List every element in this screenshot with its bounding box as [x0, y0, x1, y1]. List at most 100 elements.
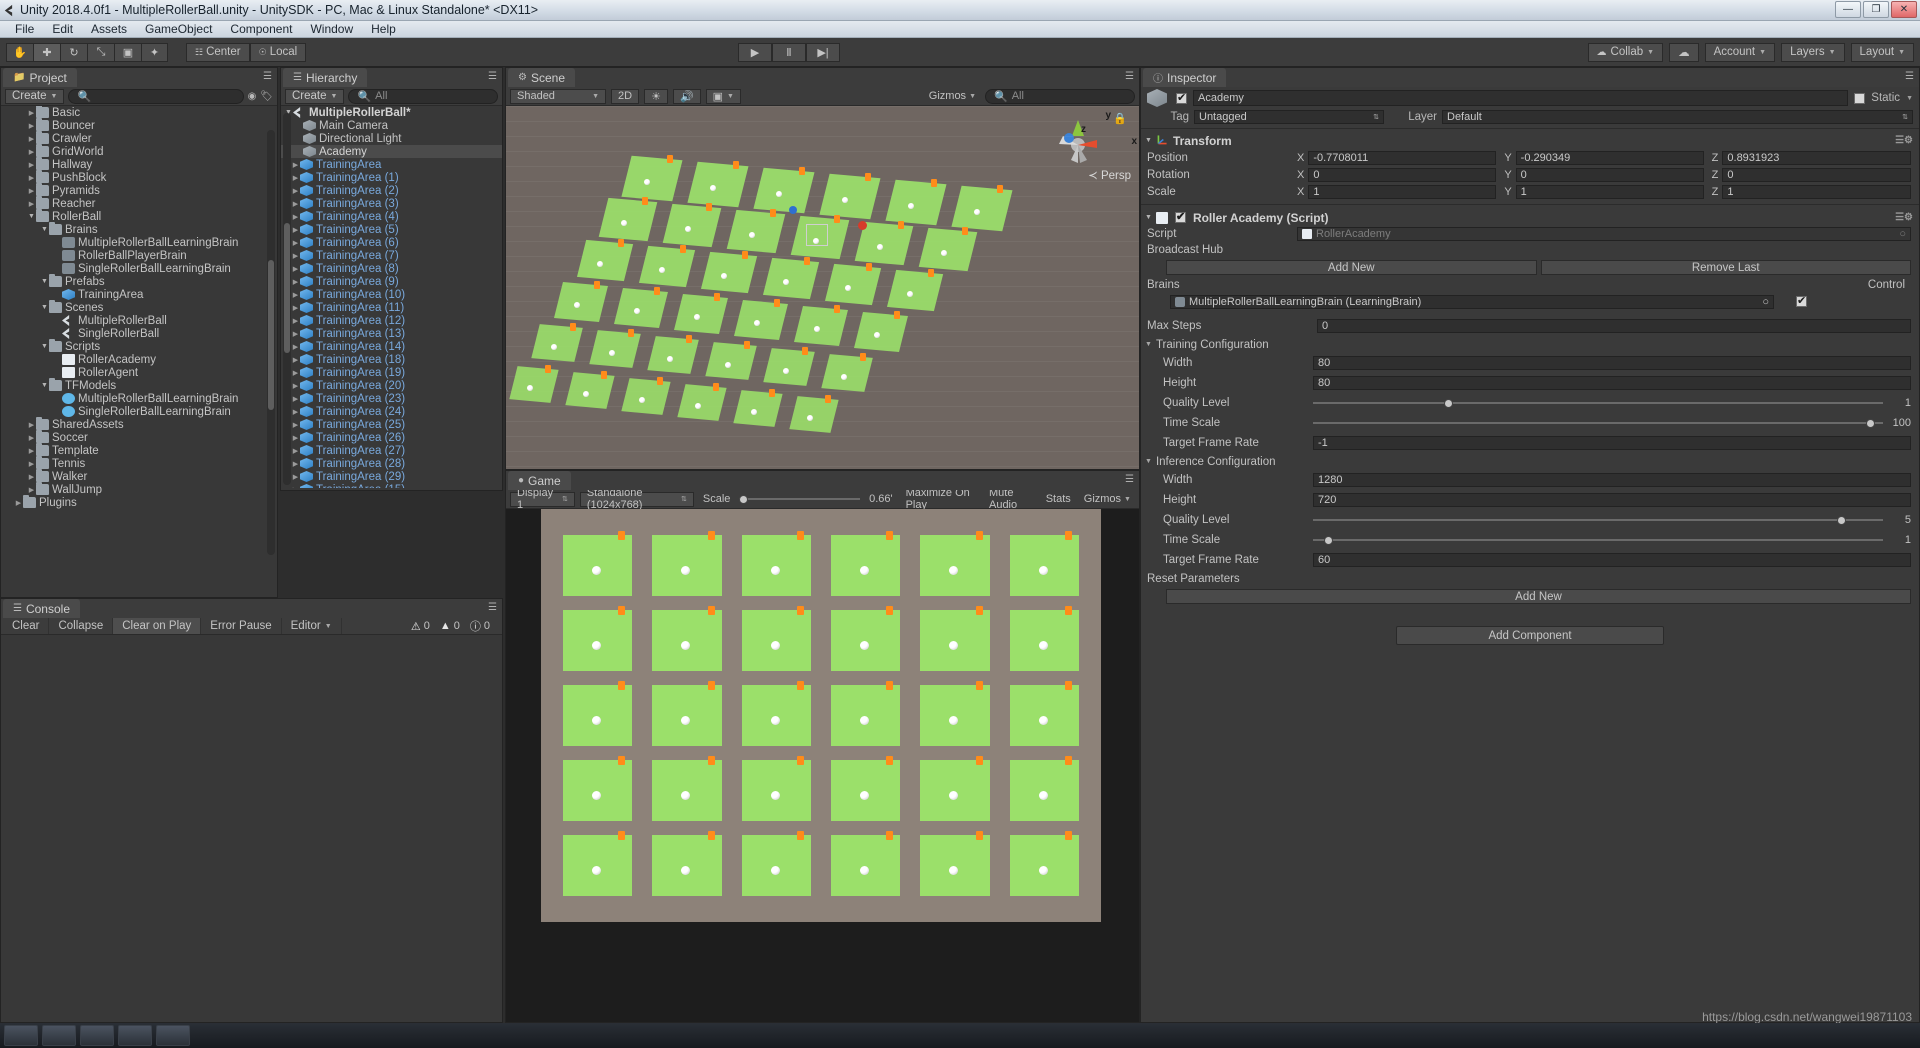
project-search-input[interactable]: 🔍 [68, 88, 244, 104]
chevron-right-icon[interactable]: ▶ [291, 356, 300, 364]
hierarchy-item[interactable]: ▶ TrainingArea (1) [281, 171, 502, 184]
hierarchy-item[interactable]: ▶ TrainingArea (27) [281, 444, 502, 457]
scene-axis-handle-red[interactable] [858, 221, 867, 230]
training-quality-level-slider[interactable] [1313, 396, 1883, 410]
training-target-frame-rate-input[interactable]: -1 [1313, 436, 1911, 450]
taskbar-item[interactable] [156, 1025, 190, 1046]
tab-project[interactable]: 📁 Project [3, 68, 77, 87]
transform-position-y-input[interactable]: -0.290349 [1515, 150, 1704, 165]
chevron-right-icon[interactable]: ▶ [291, 434, 300, 442]
project-filter-label-icon[interactable]: 🏷 [260, 91, 273, 102]
static-checkbox[interactable] [1854, 92, 1866, 104]
game-resolution-dropdown[interactable]: Standalone (1024x768) ⇅ [579, 487, 694, 511]
hierarchy-item[interactable]: ▶ TrainingArea (25) [281, 418, 502, 431]
pivot-mode-button[interactable]: ☷ Center [186, 42, 250, 62]
hierarchy-item[interactable]: ▶ TrainingArea (28) [281, 457, 502, 470]
hierarchy-item[interactable]: ▶ TrainingArea (11) [281, 301, 502, 314]
chevron-right-icon[interactable]: ▶ [27, 161, 36, 169]
game-mute-audio-toggle[interactable]: Mute Audio [985, 487, 1037, 511]
chevron-right-icon[interactable]: ▶ [27, 174, 36, 182]
chevron-right-icon[interactable]: ▶ [27, 460, 36, 468]
project-tree-item[interactable]: ▶ Hallway [1, 157, 277, 171]
hierarchy-create-button[interactable]: Create ▼ [285, 88, 345, 104]
scene-panel-options[interactable]: ☰ [1125, 71, 1135, 82]
chevron-right-icon[interactable]: ▶ [27, 109, 36, 117]
project-tree-item[interactable]: ▼ Scripts [1, 339, 277, 353]
project-tree-item[interactable]: RollerAgent [1, 366, 277, 379]
project-tree-item[interactable]: MultipleRollerBallLearningBrain [1, 236, 277, 249]
account-button[interactable]: Account ▼ [1704, 42, 1776, 62]
chevron-right-icon[interactable]: ▶ [27, 434, 36, 442]
max-steps-input[interactable]: 0 [1317, 319, 1911, 333]
chevron-right-icon[interactable]: ▶ [291, 226, 300, 234]
chevron-right-icon[interactable]: ▶ [291, 330, 300, 338]
inference-quality-level-slider[interactable] [1313, 513, 1883, 527]
console-panel-options[interactable]: ☰ [488, 602, 498, 613]
console-error-badge[interactable]: ⚠ 0 [407, 620, 434, 633]
rotate-tool[interactable]: ↻ [60, 42, 87, 62]
component-menu-icon[interactable]: ☰⚙ [1895, 212, 1919, 223]
project-filter-type-icon[interactable]: ◉ [248, 91, 257, 102]
rect-tool[interactable]: ▣ [114, 42, 141, 62]
chevron-down-icon[interactable]: ▼ [1145, 341, 1152, 348]
training-height-input[interactable]: 80 [1313, 376, 1911, 390]
inspector-panel-options[interactable]: ☰ [1905, 71, 1915, 82]
brain-control-checkbox[interactable] [1796, 294, 1807, 307]
scene-projection-label[interactable]: ≺ Persp [1088, 168, 1131, 182]
game-stats-toggle[interactable]: Stats [1042, 492, 1075, 507]
console-error-pause-button[interactable]: Error Pause [201, 618, 282, 634]
hierarchy-item[interactable]: ▶ TrainingArea (24) [281, 405, 502, 418]
project-tree-item[interactable]: ▶ Crawler [1, 131, 277, 145]
menu-item-assets[interactable]: Assets [82, 21, 136, 37]
hierarchy-item[interactable]: ▶ TrainingArea (10) [281, 288, 502, 301]
chevron-down-icon[interactable]: ▼ [1145, 137, 1152, 144]
cloud-services-button[interactable]: ☁ [1669, 42, 1699, 62]
project-tree-item[interactable]: ▶ WallJump [1, 482, 277, 496]
chevron-right-icon[interactable]: ▶ [291, 239, 300, 247]
scene-search-input[interactable]: 🔍 All [985, 88, 1135, 104]
chevron-right-icon[interactable]: ▶ [27, 135, 36, 143]
tab-hierarchy[interactable]: ☰ Hierarchy [283, 68, 368, 87]
taskbar-item[interactable] [42, 1025, 76, 1046]
object-name-input[interactable]: Academy [1193, 90, 1849, 106]
console-collapse-button[interactable]: Collapse [49, 618, 114, 634]
chevron-right-icon[interactable]: ▶ [291, 343, 300, 351]
hierarchy-item[interactable]: ▶ TrainingArea (29) [281, 470, 502, 483]
hierarchy-item[interactable]: ▶ TrainingArea [281, 158, 502, 171]
game-maximize-on-play-toggle[interactable]: Maximize On Play [902, 487, 980, 511]
chevron-right-icon[interactable]: ▶ [291, 473, 300, 481]
minimize-button[interactable]: — [1835, 1, 1861, 18]
project-panel-options[interactable]: ☰ [263, 71, 273, 82]
project-tree-item[interactable]: ▶ Reacher [1, 196, 277, 210]
chevron-right-icon[interactable]: ▶ [291, 447, 300, 455]
chevron-right-icon[interactable]: ▶ [291, 486, 300, 489]
hierarchy-item[interactable]: ▶ TrainingArea (14) [281, 340, 502, 353]
project-create-button[interactable]: Create ▼ [5, 88, 65, 104]
transform-position-z-input[interactable]: 0.8931923 [1722, 150, 1911, 165]
chevron-down-icon[interactable]: ▼ [1145, 458, 1152, 465]
project-tree-item[interactable]: ▶ Plugins [1, 495, 277, 509]
remove-last-brain-button[interactable]: Remove Last [1540, 260, 1911, 275]
project-tree-item[interactable]: ▶ Bouncer [1, 118, 277, 132]
hierarchy-item[interactable]: Main Camera [281, 119, 502, 132]
inference-target-frame-rate-input[interactable]: 60 [1313, 553, 1911, 567]
project-tree-item[interactable]: ▶ Pyramids [1, 183, 277, 197]
hierarchy-item[interactable]: ▶ TrainingArea (8) [281, 262, 502, 275]
hierarchy-scrollbar[interactable] [283, 113, 291, 485]
chevron-down-icon[interactable]: ▼ [40, 304, 49, 311]
transform-component-header[interactable]: ▼ Transform ☰⚙ [1141, 132, 1919, 149]
transform-menu-icon[interactable]: ☰⚙ [1895, 135, 1919, 146]
project-tree-item[interactable]: ▼ Scenes [1, 300, 277, 314]
add-new-brain-button[interactable]: Add New [1166, 260, 1537, 275]
roller-academy-component-header[interactable]: ▼ Roller Academy (Script) ☰⚙ [1141, 209, 1919, 226]
chevron-right-icon[interactable]: ▶ [291, 421, 300, 429]
hierarchy-item[interactable]: ▶ TrainingArea (6) [281, 236, 502, 249]
taskbar-item[interactable] [4, 1025, 38, 1046]
chevron-down-icon[interactable]: ▼ [40, 343, 49, 350]
chevron-right-icon[interactable]: ▶ [27, 421, 36, 429]
taskbar-item[interactable] [118, 1025, 152, 1046]
chevron-right-icon[interactable]: ▶ [291, 213, 300, 221]
hierarchy-tree[interactable]: Main Camera Directional Light Academy ▶ Trai… [281, 119, 502, 488]
brain-object-field[interactable]: MultipleRollerBallLearningBrain (Learnin… [1170, 294, 1774, 309]
chevron-right-icon[interactable]: ▶ [291, 382, 300, 390]
